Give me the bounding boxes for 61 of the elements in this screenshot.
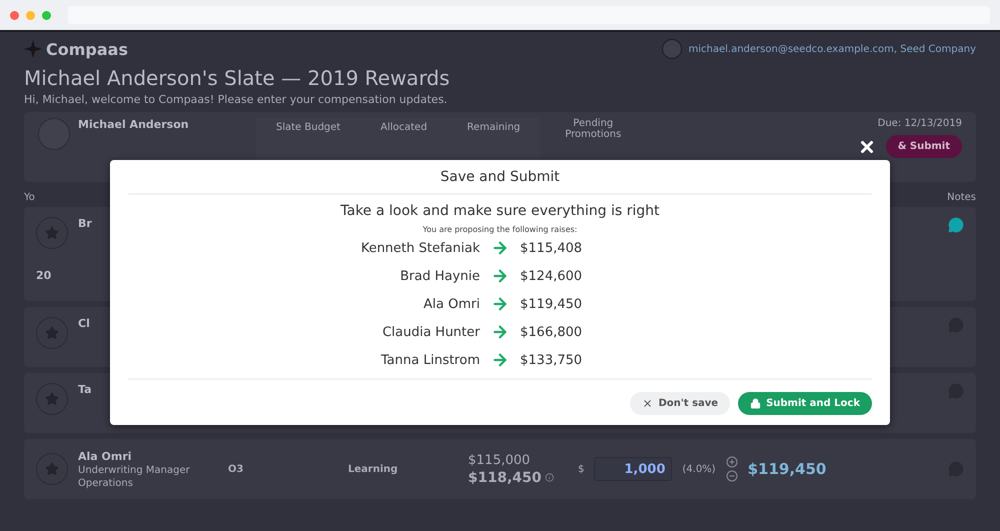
modal-note: You are proposing the following raises: [422,225,578,234]
stat-label: Allocated [380,122,428,135]
old-salary: $115,000 [468,452,532,468]
grade-cell-text: O3 [228,464,244,474]
arrow-icon [491,295,509,313]
base-salary: $118,450 [468,470,542,486]
raise-input[interactable]: 1,000 [594,457,672,481]
employee-name: Brad Haynie [399,268,480,284]
currency-label: $ [578,464,584,474]
arrow-icon [491,267,509,285]
account-text[interactable]: michael.anderson@seedco.example.com, Seed Company [688,44,976,54]
manager-name: Michael Anderson [78,118,189,131]
department: Operations [78,478,134,488]
arrow-icon [491,351,509,369]
raise-amount: $115,408 [520,240,584,256]
arrow-icon [491,239,509,257]
job-title: Underwriting Manager [78,464,191,476]
modal-heading: Take a look and make sure everything is right [340,203,660,219]
comment-icon[interactable] [948,217,964,233]
employee-name: Ta [78,383,92,396]
pending-label: Pending Promotions [564,118,622,140]
employee-name: Br [78,217,92,230]
raise-amount: $119,450 [520,296,584,312]
logo-text: Compaas [46,40,128,58]
track-cell-text: Learning [348,464,399,474]
avatar-icon [38,118,70,150]
lock-icon [750,398,762,409]
submit-button[interactable]: & Submit [886,135,962,158]
due-date: Due: 12/13/2019 [878,118,962,129]
avatar-icon[interactable] [662,39,682,59]
row-text: 20 [36,269,52,282]
arrow-icon [491,323,509,341]
stat-label: Slate Budget [276,122,340,135]
minimize-dot-icon[interactable] [26,10,35,20]
plus-icon[interactable] [726,456,738,468]
modal-title: Save and Submit [128,160,872,195]
minus-icon[interactable] [726,470,738,482]
employee-name: Kenneth Stefaniak [360,240,480,256]
submit-lock-button[interactable]: Submit and Lock [738,392,872,415]
x-icon [642,398,654,409]
new-salary: $119,450 [748,460,826,478]
employee-name: Cl [78,317,90,330]
raise-amount: $124,600 [520,268,584,284]
page-title: Michael Anderson's Slate — 2019 Rewards [24,66,451,90]
compass-logo-icon [24,40,42,58]
welcome-text: Hi, Michael, welcome to Compaas! Please enter your compensation updates. [24,93,448,106]
close-icon[interactable] [858,138,876,156]
raise-amount: $133,750 [520,352,584,368]
employee-name: Tanna Linstrom [380,352,480,368]
stat-label: Remaining [467,122,520,135]
employee-name: Ala Omri [422,296,480,312]
percent-text: (4.0%) [682,464,716,474]
raise-amount: $166,800 [520,324,584,340]
column-header: Notes [947,192,976,203]
dont-save-button[interactable]: Don't save [630,392,730,415]
close-dot-icon[interactable] [10,10,19,20]
employee-name: Ala Omri [78,450,133,462]
column-header: Yo [24,192,35,203]
employee-name: Claudia Hunter [381,324,480,340]
zoom-dot-icon[interactable] [42,10,51,20]
info-icon[interactable] [544,473,554,482]
